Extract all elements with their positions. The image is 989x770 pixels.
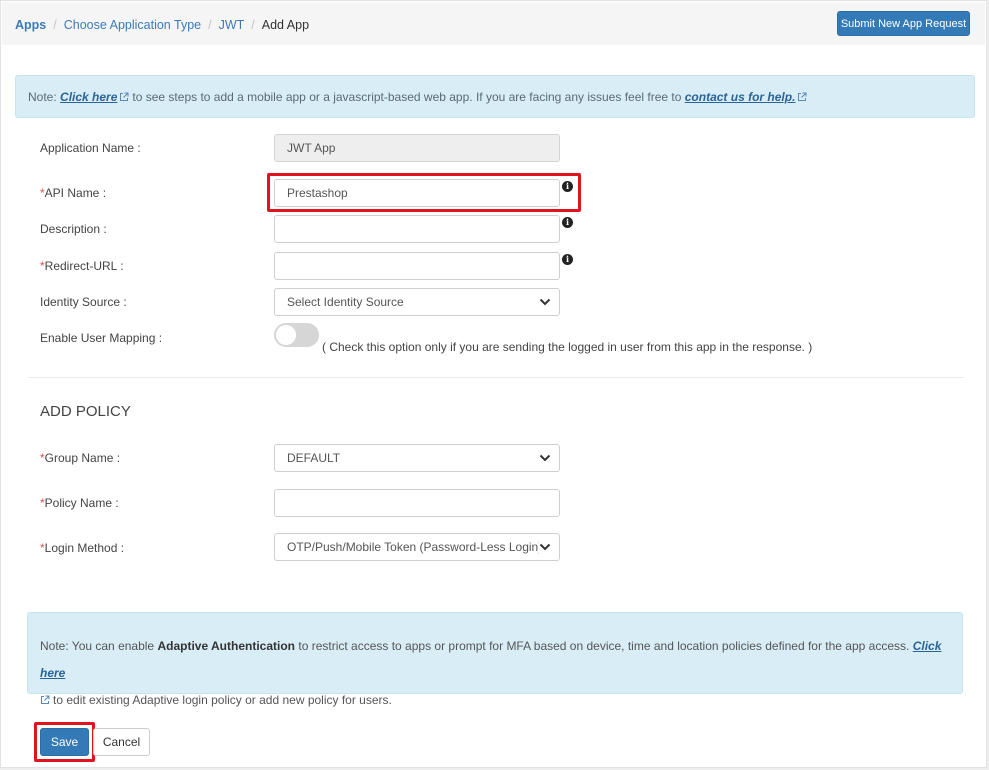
identity-source-select[interactable]: Select Identity Source [274,288,560,316]
external-link-icon [41,695,50,704]
api-name-field[interactable] [274,179,560,207]
application-name-field [274,134,560,162]
info-icon[interactable]: i [562,181,573,192]
identity-source-label: Identity Source : [40,295,127,309]
cancel-button[interactable]: Cancel [93,728,150,756]
breadcrumb-separator: / [208,18,212,32]
top-bar: Apps / Choose Application Type / JWT / A… [2,2,985,45]
contact-us-link[interactable]: contact us for help. [685,90,796,104]
adaptive-note-prefix: Note: You can enable [40,639,155,653]
chevron-down-icon [539,454,551,462]
description-field[interactable] [274,215,560,243]
info-note: Note: Click here to see steps to add a mo… [15,75,975,118]
info-icon[interactable]: i [562,254,573,265]
group-name-select[interactable]: DEFAULT [274,444,560,472]
policy-name-label: *Policy Name : [40,496,119,510]
login-method-select[interactable]: OTP/Push/Mobile Token (Password-Less Log… [274,533,560,561]
external-link-icon [120,92,129,101]
policy-name-label-text: Policy Name : [44,496,119,510]
description-label: Description : [40,222,107,236]
application-name-label: Application Name : [40,141,141,155]
user-mapping-hint: ( Check this option only if you are send… [322,340,813,354]
info-icon[interactable]: i [562,217,573,228]
group-name-value: DEFAULT [287,451,341,465]
breadcrumb: Apps / Choose Application Type / JWT / A… [15,18,309,32]
add-policy-heading: ADD POLICY [40,403,131,420]
breadcrumb-separator: / [53,18,57,32]
adaptive-authentication-note: Note: You can enable Adaptive Authentica… [27,612,963,707]
external-link-icon [798,92,807,101]
save-button[interactable]: Save [40,728,89,756]
add-app-page: Apps / Choose Application Type / JWT / A… [0,0,987,768]
identity-source-value: Select Identity Source [287,295,404,309]
api-name-label: *API Name : [40,186,106,200]
redirect-url-field[interactable] [274,252,560,280]
breadcrumb-jwt[interactable]: JWT [219,18,245,32]
user-mapping-toggle[interactable] [274,323,319,347]
submit-new-app-request-button[interactable]: Submit New App Request [837,11,970,36]
group-name-label: *Group Name : [40,451,120,465]
chevron-down-icon [539,543,551,551]
adaptive-note-middle: to restrict access to apps or prompt for… [298,639,910,653]
api-name-label-text: API Name : [44,186,107,200]
breadcrumb-apps[interactable]: Apps [15,18,46,32]
section-divider [28,377,964,378]
breadcrumb-separator: / [251,18,255,32]
note-middle: to see steps to add a mobile app or a ja… [132,90,682,104]
redirect-url-label: *Redirect-URL : [40,259,124,273]
policy-name-field[interactable] [274,489,560,517]
login-method-label-text: Login Method : [44,541,125,555]
login-method-value: OTP/Push/Mobile Token (Password-Less Log… [287,540,539,554]
group-name-label-text: Group Name : [44,451,121,465]
chevron-down-icon [539,298,551,306]
click-here-link[interactable]: Click here [60,90,117,104]
user-mapping-label: Enable User Mapping : [40,331,163,345]
toggle-knob [276,325,296,345]
login-method-label: *Login Method : [40,541,124,555]
breadcrumb-choose-application-type[interactable]: Choose Application Type [64,18,201,32]
note-prefix: Note: [28,90,57,104]
breadcrumb-current: Add App [261,18,310,32]
redirect-url-label-text: Redirect-URL : [44,259,124,273]
adaptive-note-bold: Adaptive Authentication [157,639,296,653]
adaptive-note-suffix: to edit existing Adaptive login policy o… [53,693,392,707]
